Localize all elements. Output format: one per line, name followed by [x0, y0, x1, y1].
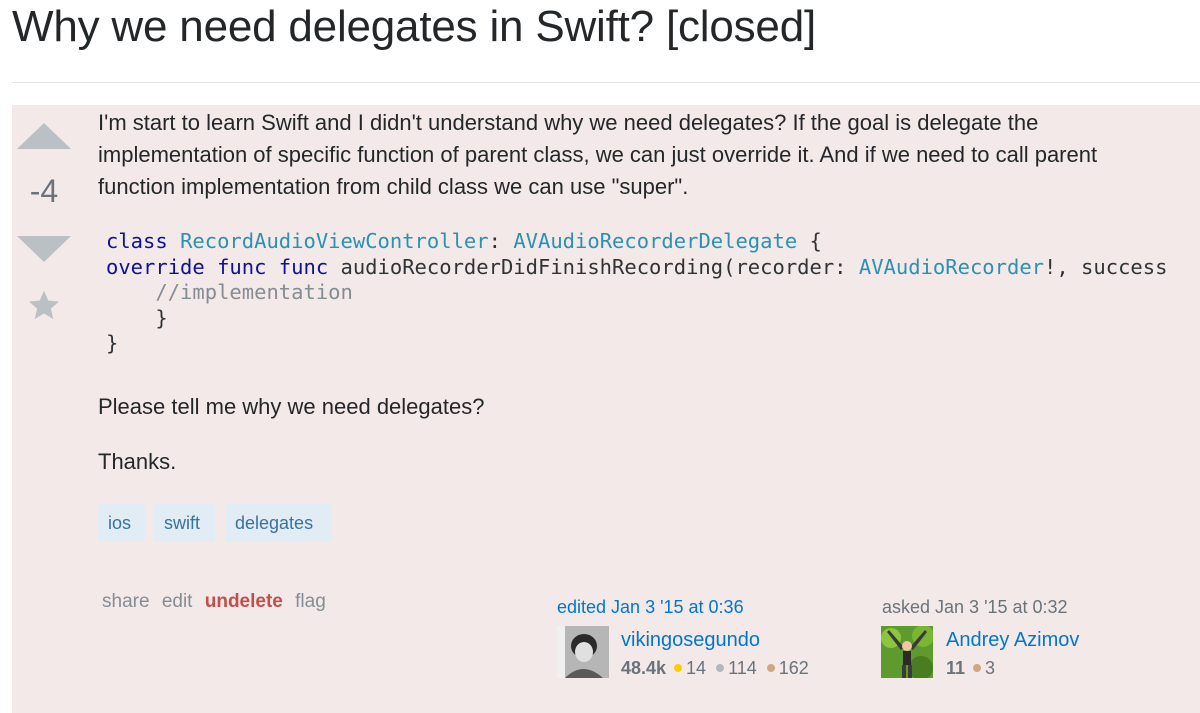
flag-link[interactable]: flag: [295, 591, 326, 612]
post-menu: share edit undelete flag: [102, 591, 333, 613]
code-line-3: //implementation: [106, 280, 353, 304]
arrow-down-icon[interactable]: [17, 236, 71, 262]
edit-link[interactable]: edit: [162, 591, 193, 612]
silver-badge-icon: [716, 664, 725, 673]
asker-name-link[interactable]: Andrey Azimov: [946, 629, 1079, 652]
title-divider: [12, 82, 1200, 83]
code-type: AVAudioRecorder: [858, 254, 1045, 279]
share-link[interactable]: share: [102, 591, 150, 612]
question-post: -4 I'm start to learn Swift and I didn't…: [12, 105, 1200, 713]
code-line-4: }: [106, 305, 168, 330]
asker-avatar[interactable]: [881, 626, 933, 678]
code-separator: :: [488, 229, 514, 253]
bronze-badge-count: 162: [778, 658, 809, 678]
star-icon[interactable]: [26, 287, 62, 323]
tag-ios[interactable]: ios: [98, 504, 145, 542]
tag-delegates[interactable]: delegates: [225, 504, 332, 542]
editor-name-link[interactable]: vikingosegundo: [621, 629, 760, 652]
undelete-link[interactable]: undelete: [205, 591, 283, 612]
code-line-5: }: [106, 331, 119, 355]
body-paragraph: I'm start to learn Swift and I didn't un…: [98, 110, 1098, 199]
asker-reputation: 11: [946, 658, 966, 678]
code-keyword: class: [106, 229, 181, 253]
editor-avatar[interactable]: [557, 626, 609, 678]
code-line-2: override func func audioRecorderDidFinis…: [106, 255, 1200, 281]
body-paragraph: Thanks.: [98, 449, 177, 474]
code-keyword: override func func: [106, 254, 341, 279]
gold-badge-count: 14: [686, 658, 707, 678]
bronze-badge-count: 3: [985, 658, 996, 678]
body-paragraph: Please tell me why we need delegates?: [98, 394, 485, 419]
editor-stats: 48.4k 14 114 162: [621, 658, 817, 679]
code-block: class RecordAudioViewController: AVAudio…: [106, 229, 1200, 379]
edited-timestamp[interactable]: edited Jan 3 '15 at 0:36: [557, 597, 744, 618]
code-rest: !, success: [1044, 254, 1168, 279]
code-function: audioRecorderDidFinishRecording(recorder…: [340, 254, 859, 279]
editor-reputation: 48.4k: [621, 658, 667, 678]
gold-badge-icon: [674, 664, 683, 673]
code-line-1: class RecordAudioViewController: AVAudio…: [106, 229, 1200, 255]
tag-swift[interactable]: swift: [154, 504, 215, 542]
asker-stats: 11 3: [946, 658, 1003, 679]
silver-badge-count: 114: [728, 658, 757, 678]
question-title[interactable]: Why we need delegates in Swift? [closed]: [12, 2, 816, 52]
bronze-badge-icon: [973, 664, 982, 673]
code-brace: {: [797, 229, 822, 253]
asked-timestamp: asked Jan 3 '15 at 0:32: [882, 597, 1068, 617]
arrow-up-icon[interactable]: [17, 123, 71, 149]
code-protocol-name: AVAudioRecorderDelegate: [513, 229, 798, 253]
bronze-badge-icon: [766, 664, 775, 673]
code-class-name: RecordAudioViewController: [180, 229, 489, 253]
vote-count: -4: [29, 173, 59, 209]
